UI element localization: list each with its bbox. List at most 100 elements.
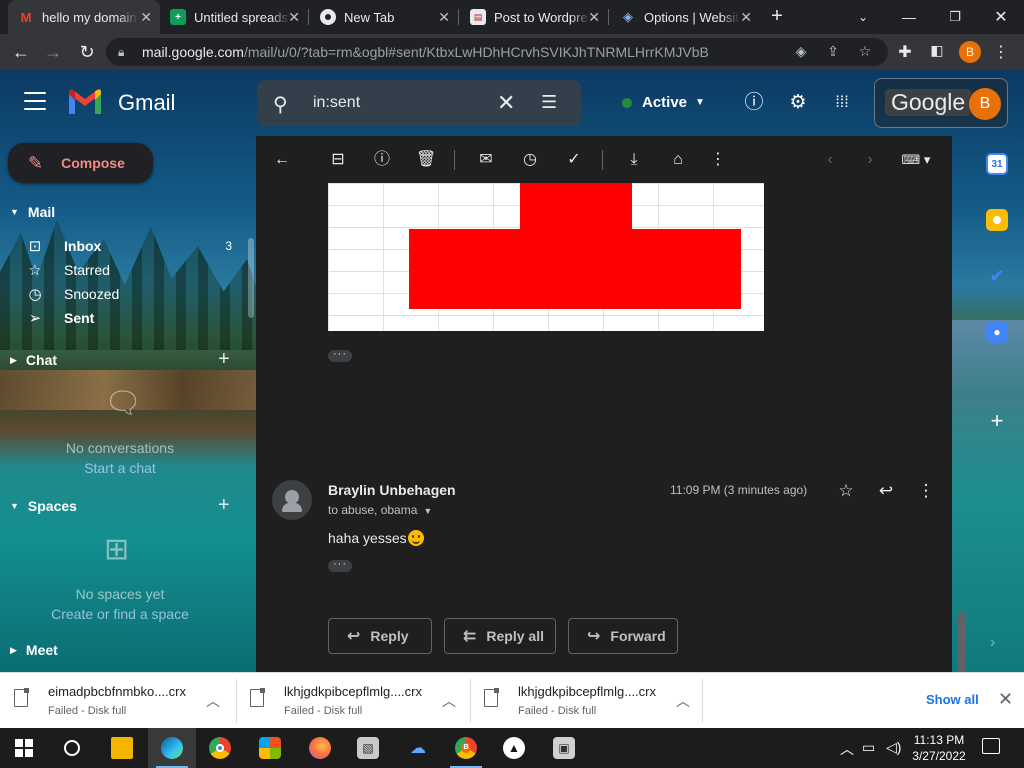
forward-arrow-icon[interactable]: → [40,39,66,65]
share-icon[interactable]: ⇪ [824,43,842,61]
contacts-icon[interactable]: ● [986,321,1008,343]
chat-section-header[interactable]: ▶ Chat [10,352,57,368]
archive-icon[interactable]: ⊟ [328,150,348,170]
account-avatar[interactable]: B [969,88,1001,120]
close-icon[interactable]: ✕ [438,9,450,26]
back-arrow-icon[interactable]: ← [8,39,34,65]
chevron-up-icon[interactable]: ︿ [206,691,220,711]
search-icon[interactable]: ⚲ [273,92,288,117]
firefox-app[interactable] [296,728,344,768]
chrome-profile-app[interactable]: B [442,728,490,768]
close-shelf-icon[interactable]: ✕ [998,689,1013,710]
file-explorer-app[interactable] [98,728,146,768]
start-button[interactable] [0,728,48,768]
snooze-icon[interactable]: ◷ [520,150,540,170]
report-spam-icon[interactable]: ⓘ [372,150,392,170]
download-item[interactable]: lkhjgdkpibcepflmlg....crx Failed - Disk … [236,673,462,729]
show-all-downloads-link[interactable]: Show all [926,692,979,707]
delete-trash-icon[interactable]: 🗑︎ [416,150,436,170]
search-bar[interactable]: ⚲ in:sent ✕ ☰ [257,80,581,126]
back-to-list-icon[interactable]: ← [272,150,292,170]
mountain-app[interactable]: ▲ [490,728,538,768]
keep-icon[interactable] [986,209,1008,231]
show-trimmed-content-button[interactable]: ··· [328,559,352,572]
network-icon[interactable]: ▭ [862,739,875,756]
start-chat-link[interactable]: Start a chat [0,460,240,476]
search-options-icon[interactable]: ☰ [541,92,557,113]
nav-scrollbar[interactable] [248,238,254,318]
reply-all-button[interactable]: ⇇ Reply all [444,618,556,654]
download-item[interactable]: lkhjgdkpibcepflmlg....crx Failed - Disk … [470,673,696,729]
account-switcher[interactable]: Google B [874,78,1008,128]
extensions-puzzle-icon[interactable]: ✚ [896,42,914,61]
store-app[interactable] [246,728,294,768]
nav-item-sent[interactable]: ➢ Sent [26,306,248,330]
sender-name[interactable]: Braylin Unbehagen [328,482,456,498]
address-bar[interactable]: 🔒︎ mail.google.com/mail/u/0/?tab=rm&ogbl… [106,38,888,66]
cloud-app[interactable]: ☁ [394,728,442,768]
reply-button[interactable]: ↩ Reply [328,618,432,654]
chevron-up-icon[interactable]: ︿ [442,691,456,711]
show-trimmed-content-button[interactable]: ··· [328,349,352,362]
new-chat-plus-icon[interactable]: + [218,348,230,371]
chevron-up-icon[interactable]: ︿ [676,691,690,711]
new-space-plus-icon[interactable]: + [218,494,230,517]
system-clock[interactable]: 11:13 PM 3/27/2022 [906,732,972,764]
add-task-icon[interactable]: ✓ [564,150,584,170]
meet-section-header[interactable]: ▶ Meet [10,642,58,658]
reply-icon[interactable]: ↩ [875,480,897,502]
tab-spreadsheet[interactable]: + Untitled spreadsheet ✕ [160,0,308,34]
move-to-icon[interactable]: ⤓ [624,150,644,170]
volume-icon[interactable]: ◁) [886,739,901,756]
hide-side-panel-chevron-icon[interactable]: › [990,634,995,652]
search-circle-button[interactable] [48,728,96,768]
input-tools-keyboard-icon[interactable]: ⌨ ▾ [898,150,934,170]
reload-icon[interactable]: ↻ [74,39,100,65]
apps-grid-icon[interactable]: ⁞⁞⁞ [830,91,854,115]
nav-item-inbox[interactable]: ⊡ Inbox 3 [26,234,248,258]
spaces-section-header[interactable]: ▼ Spaces [10,498,77,514]
chrome-menu-icon[interactable]: ⋮ [992,42,1010,61]
message-scrollbar[interactable] [958,612,966,672]
older-chevron-icon[interactable]: › [860,150,880,170]
get-addons-plus-icon[interactable]: + [986,408,1008,434]
recipients[interactable]: to abuse, obama ▼ [328,503,432,517]
side-panel-icon[interactable]: ◧ [928,42,946,60]
tracking-eye-icon[interactable]: ◈ [792,43,810,61]
search-input[interactable]: in:sent [313,94,360,112]
close-icon[interactable]: ✕ [740,9,752,26]
minimize-button[interactable]: — [886,0,932,34]
new-tab-button[interactable]: + [766,6,788,28]
status-selector[interactable]: Active ▼ [622,94,705,111]
edge-app[interactable] [148,728,196,768]
forward-button[interactable]: ↪ Forward [568,618,678,654]
calendar-icon[interactable]: 31 [986,153,1008,175]
window-close-button[interactable]: ✕ [978,0,1024,34]
tasks-icon[interactable]: ✔ [986,265,1008,287]
chrome-app[interactable] [196,728,244,768]
mark-unread-icon[interactable]: ✉ [476,150,496,170]
star-icon[interactable]: ☆ [835,480,857,502]
package-app[interactable]: ▣ [540,728,588,768]
restore-button[interactable]: ❐ [932,0,978,34]
close-icon[interactable]: ✕ [140,9,152,26]
tab-new-tab[interactable]: New Tab ✕ [310,0,458,34]
settings-gear-icon[interactable]: ⚙ [786,91,810,115]
browser-profile-avatar[interactable]: B [959,41,981,63]
tray-chevron-up-icon[interactable]: ︿ [840,739,854,759]
main-menu-icon[interactable] [24,92,46,110]
close-icon[interactable]: ✕ [588,9,600,26]
chevron-down-icon[interactable]: ▼ [423,506,432,516]
tab-gmail[interactable]: M hello my domain ✕ [8,0,160,34]
more-options-icon[interactable]: ⋮ [708,150,728,170]
more-options-icon[interactable]: ⋮ [915,480,937,502]
compose-button[interactable]: ✎ Compose [8,143,153,183]
find-space-link[interactable]: Create or find a space [0,606,240,622]
tab-wordpress[interactable]: ▤ Post to Wordpress ✕ [460,0,608,34]
close-icon[interactable]: ✕ [288,9,300,26]
label-icon[interactable]: ⌂ [668,150,688,170]
nav-item-snoozed[interactable]: ◷ Snoozed [26,282,248,306]
mail-section-header[interactable]: ▼ Mail [10,204,55,220]
tab-search-icon[interactable]: ⌄ [840,0,886,34]
notification-center-icon[interactable] [982,738,1000,754]
